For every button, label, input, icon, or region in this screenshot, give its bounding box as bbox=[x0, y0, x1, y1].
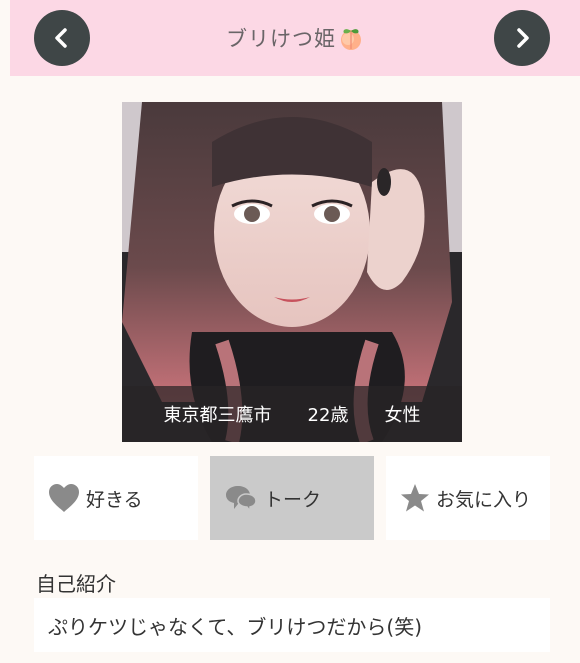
peach-icon bbox=[341, 29, 361, 50]
profile-caption: 東京都三鷹市 22歳 女性 bbox=[122, 386, 462, 442]
like-button[interactable]: 好きる bbox=[34, 456, 198, 540]
intro-text: ぷりケツじゃなくて、ブリけつだから(笑) bbox=[48, 614, 423, 639]
intro-box: ぷりケツじゃなくて、ブリけつだから(笑) bbox=[34, 598, 550, 652]
favorite-button[interactable]: お気に入り bbox=[386, 456, 550, 540]
chat-bubbles-icon bbox=[224, 484, 258, 512]
intro-heading: 自己紹介 bbox=[36, 572, 116, 596]
star-icon bbox=[400, 483, 430, 513]
talk-button[interactable]: トーク bbox=[210, 456, 374, 540]
next-button[interactable] bbox=[494, 10, 550, 66]
like-label: 好きる bbox=[86, 488, 143, 511]
page-title: ブリけつ姫 bbox=[226, 27, 336, 51]
header-bar: ブリけつ姫 bbox=[10, 0, 580, 76]
age-text: 22歳 bbox=[307, 405, 349, 426]
talk-label: トーク bbox=[264, 488, 322, 511]
chevron-right-icon bbox=[517, 28, 529, 48]
heart-icon bbox=[48, 483, 80, 513]
gender-text: 女性 bbox=[384, 405, 421, 426]
favorite-label: お気に入り bbox=[436, 488, 532, 511]
profile-photo[interactable]: 東京都三鷹市 22歳 女性 bbox=[122, 102, 462, 442]
location-text: 東京都三鷹市 bbox=[163, 405, 272, 426]
